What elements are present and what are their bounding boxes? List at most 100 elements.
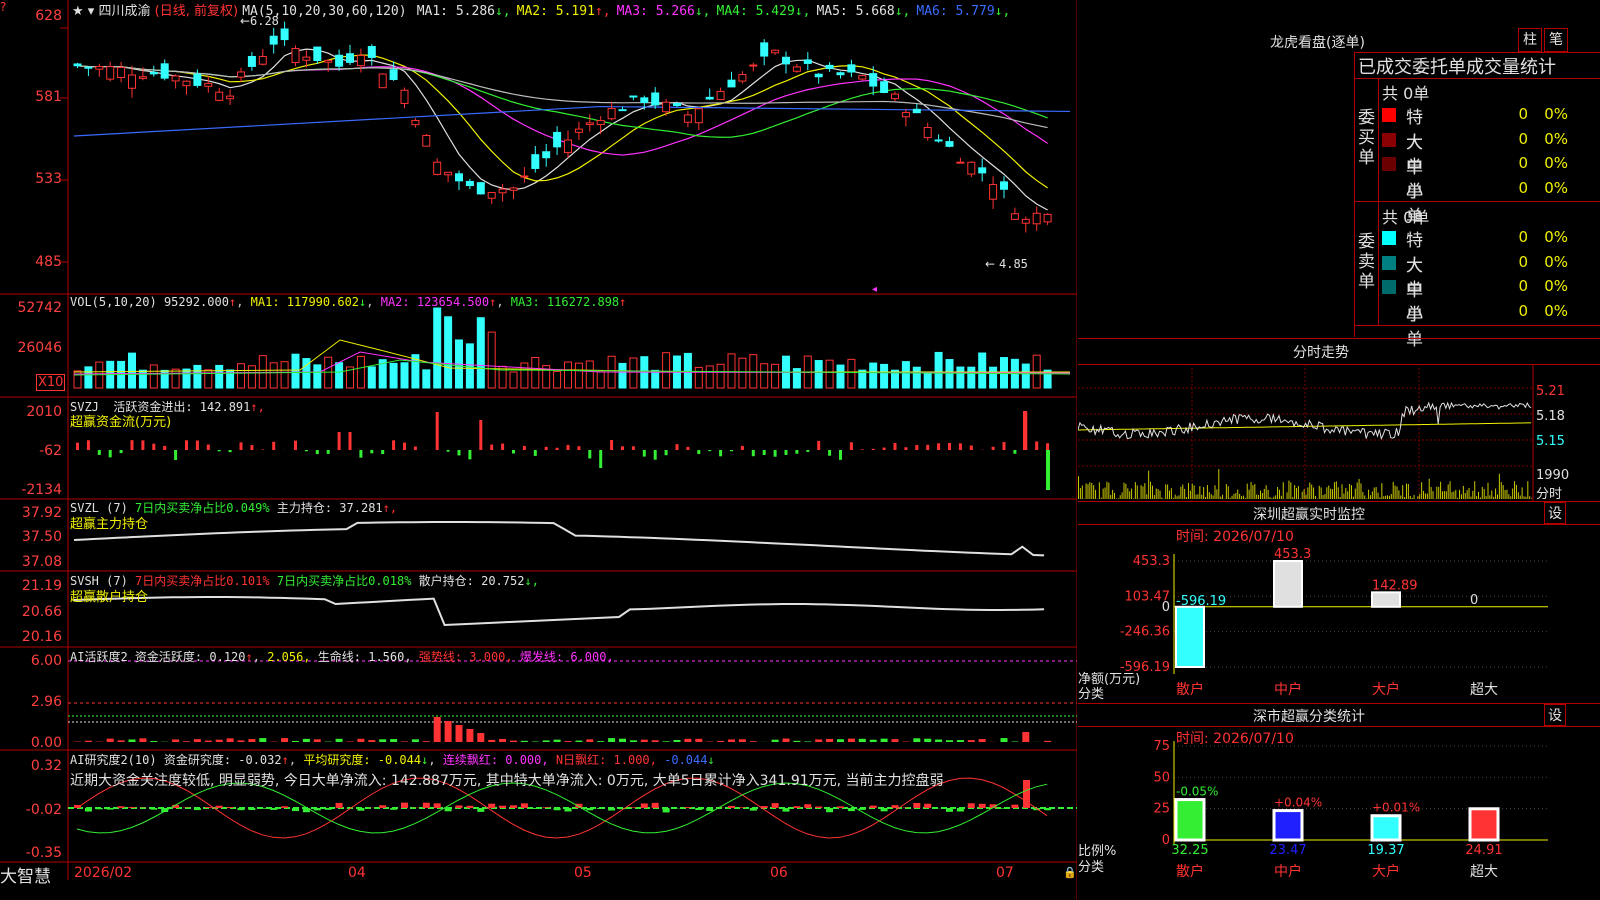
ai2-bar [335, 802, 343, 808]
fs-vol-bar [1241, 496, 1243, 499]
fs-vol-bar [1197, 494, 1199, 499]
fs-vol-bar [1341, 484, 1343, 499]
fs-vol-bar [1087, 484, 1089, 499]
fs-vol-bar [1396, 486, 1398, 499]
fenlei-settings-button[interactable]: 设 [1544, 704, 1566, 726]
candle-body [498, 188, 507, 194]
ai1-bar [956, 740, 964, 742]
svzj-bar [522, 445, 526, 450]
fs-vol-bar [1311, 484, 1313, 499]
candle-body [335, 54, 344, 67]
ai1-bar [662, 741, 670, 742]
lock-icon[interactable]: 🔒 [1063, 866, 1077, 879]
ai2-bar [946, 808, 953, 812]
vol-bar [825, 359, 834, 389]
ai1-axis-1: 6.00 [30, 653, 62, 669]
fs-vol-bar [1419, 494, 1421, 499]
fs-vol-bar [1267, 489, 1269, 499]
vol-bar [574, 362, 583, 389]
high-marker: 6.28 [250, 14, 279, 28]
fenlei-chart[interactable]: 75 50 25 0 -0.05% 32.25 散户 +0.04% 23.47 中户 +0.01% 1… [1078, 726, 1600, 900]
vol-bar [509, 371, 518, 389]
vol-bar [520, 362, 529, 389]
fenshi-chart[interactable] [1078, 364, 1600, 501]
vol-bar [564, 361, 572, 389]
fs-vol-bar [1095, 489, 1097, 499]
vol-bar [880, 363, 889, 389]
fs-vol-bar [1345, 488, 1347, 499]
svzj-axis-2: -62 [39, 443, 62, 459]
fs-vol-bar [1474, 481, 1476, 499]
fs-vol-bar [1239, 493, 1241, 499]
ai2-bar [259, 808, 267, 809]
fs-vol-bar [1301, 491, 1303, 499]
fenlei-value-label: 23.47 [1269, 843, 1306, 858]
ai1-bar [204, 740, 212, 742]
ai2-bar [117, 806, 125, 808]
fs-vol-bar [1517, 492, 1519, 499]
vol-bar [836, 364, 845, 389]
fs-vol-bar [1119, 495, 1121, 499]
candle-body [738, 74, 747, 82]
monitor-chart[interactable]: 453.3103.470-246.36-596.19-596.19散户453.3… [1078, 524, 1600, 704]
candle-body [346, 53, 354, 63]
ai2-bar [466, 805, 474, 808]
fs-vol-bar [1180, 486, 1182, 499]
fs-vol-bar [1277, 487, 1279, 499]
fs-axis-1: 5.21 [1536, 384, 1565, 399]
svzj-bar [599, 450, 603, 468]
candle-body [912, 108, 921, 114]
fs-vol-bar [1093, 485, 1095, 499]
legend-swatch [1382, 280, 1396, 294]
vol-bar [73, 370, 82, 389]
svzj-bar [806, 450, 810, 452]
ai1-bar [826, 738, 834, 742]
ai2-bar [913, 802, 921, 808]
ai1-bar [586, 739, 594, 742]
svzj-bar [479, 420, 483, 450]
svzj-bar [250, 445, 254, 450]
fs-vol-bar [1258, 494, 1260, 499]
fs-vol-bar [1191, 483, 1193, 499]
fs-vol-bar [1127, 488, 1129, 499]
vol-bar [138, 369, 147, 389]
vol-bar [487, 331, 496, 389]
fs-vol-bar [1290, 482, 1292, 499]
vol-bar [389, 362, 398, 389]
svzj-bar [762, 450, 766, 456]
zhu-button[interactable]: 柱 [1518, 28, 1542, 52]
candle-body [324, 59, 333, 63]
bi-button[interactable]: 笔 [1544, 28, 1568, 52]
candle-body [651, 92, 660, 106]
fs-vol-bar [1085, 483, 1087, 499]
fs-vol-bar [1447, 484, 1449, 499]
vol-bar [476, 317, 485, 389]
fs-vol-bar [1227, 486, 1229, 499]
ai1-bar [542, 740, 550, 742]
brand-logo[interactable]: 大智慧 [0, 862, 51, 887]
fs-vol-bar [1102, 488, 1104, 499]
fs-vol-bar [1440, 481, 1442, 499]
fs-vol-bar [1362, 492, 1364, 499]
longhu-tabs[interactable]: 已成交委托单成交量统计 [1358, 53, 1556, 79]
svzj-bar [1035, 441, 1039, 450]
ai1-bar [935, 739, 943, 742]
candle-body [476, 182, 485, 195]
vol-bar [215, 364, 224, 389]
fenlei-cat-label: 大户 [1372, 863, 1400, 880]
fs-vol-top: 1990 [1536, 468, 1570, 483]
fs-vol-bar [1214, 485, 1216, 499]
ai2-bar [324, 808, 332, 810]
svsh-sub: 超赢散户持仓 [70, 590, 149, 605]
ai1-bar [455, 725, 463, 742]
svzj-bar [653, 450, 657, 460]
svzj-bar [348, 432, 352, 450]
ai1-bar [237, 740, 245, 742]
monitor-settings-button[interactable]: 设 [1544, 502, 1566, 524]
vol-bar [869, 362, 878, 389]
vol-bar [193, 364, 202, 389]
fenshi-title: 分时走势 [1293, 345, 1349, 361]
fs-vol-bar [1500, 482, 1502, 499]
svzj-bar [697, 450, 701, 455]
fs-vol-bar [1387, 495, 1389, 499]
